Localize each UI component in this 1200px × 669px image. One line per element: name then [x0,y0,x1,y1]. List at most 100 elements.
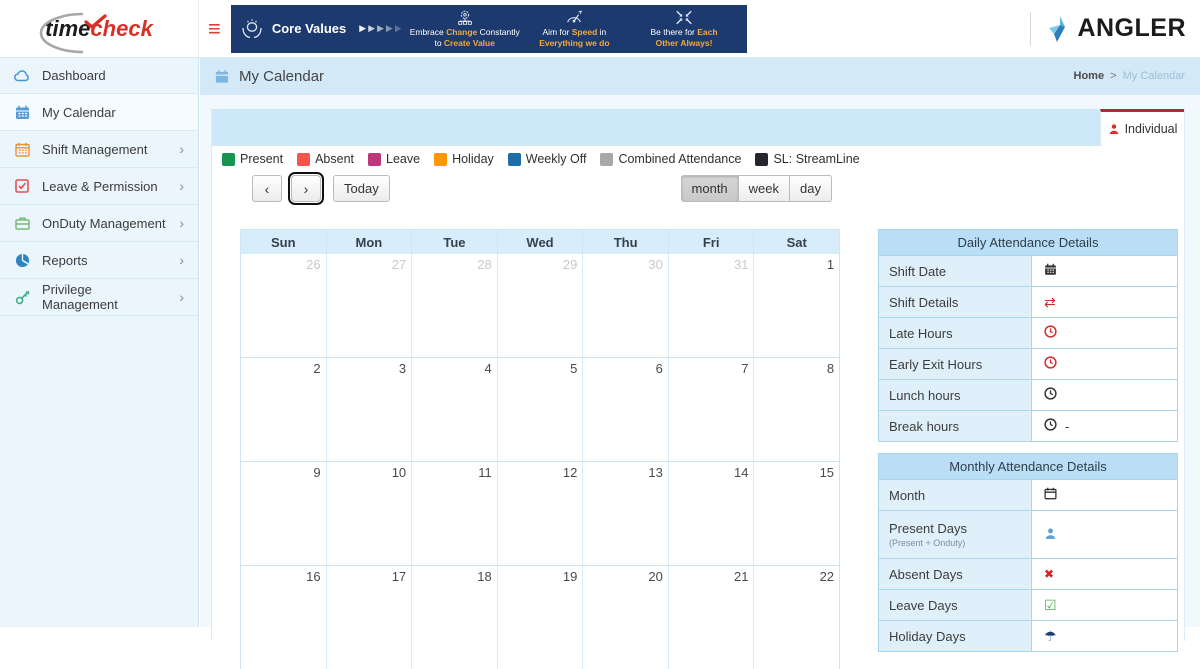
tab-individual[interactable]: Individual [1100,109,1184,146]
calendar-day-cell[interactable]: 4 [412,358,498,461]
sidebar-item-reports[interactable]: Reports › [0,242,198,279]
legend-swatch [222,152,235,166]
calendar-day-cell[interactable]: 28 [412,254,498,357]
dashboard-icon [14,69,30,82]
clock-icon [1044,387,1057,403]
sidebar-item-leave-permission[interactable]: Leave & Permission › [0,168,198,205]
calendar-day-cell[interactable]: 2 [241,358,327,461]
hamburger-menu-icon[interactable]: ≡ [208,17,221,40]
calendar-day-cell[interactable]: 1 [754,254,839,357]
check-square-icon [14,179,30,193]
legend-item: Leave [368,152,420,166]
sidebar-item-my-calendar[interactable]: My Calendar [0,94,198,131]
sidebar-item-onduty-management[interactable]: OnDuty Management › [0,205,198,242]
legend-swatch [368,152,382,166]
sidebar-item-shift-management[interactable]: Shift Management › [0,131,198,168]
banner-item-speed: Aim for Speed in Everything we do [520,9,630,48]
calendar-day-cell[interactable]: 14 [669,462,755,565]
calendar-day-cell[interactable]: 29 [498,254,584,357]
calendar-day-cell[interactable]: 18 [412,566,498,669]
briefcase-icon [14,216,30,230]
calendar-day-cell[interactable]: 20 [583,566,669,669]
calendar-day-cell[interactable]: 22 [754,566,839,669]
calendar-day-cell[interactable]: 3 [327,358,413,461]
angler-logo: ANGLER [1047,14,1186,44]
daily-attendance-table: Daily Attendance Details Shift Date Shif… [878,229,1178,442]
calendar-day-cell[interactable]: 13 [583,462,669,565]
content-card: Individual Present Absent Leave Holiday Week… [211,109,1185,669]
table-row: Shift Date [879,255,1177,286]
page-title: My Calendar [239,67,325,85]
calendar-day-cell[interactable]: 5 [498,358,584,461]
top-bar: time check ≡ Core Values ▶▶▶▶▶ Embrace Ch… [0,0,1200,58]
calendar-day-number: 26 [306,257,321,272]
table-row: Lunch hours [879,379,1177,410]
table-row: Break hours - [879,410,1177,441]
calendar-day-number: 17 [391,569,407,584]
calendar-day-number: 3 [398,361,407,376]
calendar-day-number: 12 [562,465,578,480]
calendar-day-cell[interactable]: 30 [583,254,669,357]
table-row: Early Exit Hours [879,348,1177,379]
calendar-header-row: Sun Mon Tue Wed Thu Fri Sat [241,230,839,254]
view-day-button[interactable]: day [790,175,832,202]
calendar-day-header: Thu [583,230,669,254]
calendar-toolbar: ‹ › Today month week day [252,172,832,205]
legend-item: Absent [297,152,354,166]
table-row: Holiday Days ☂ [879,620,1177,651]
calendar-day-cell[interactable]: 6 [583,358,669,461]
calendar-day-cell[interactable]: 17 [327,566,413,669]
legend-item: Combined Attendance [600,152,741,166]
calendar-day-cell[interactable]: 21 [669,566,755,669]
person-icon [1109,124,1119,134]
attendance-panel: Daily Attendance Details Shift Date Shif… [878,229,1178,652]
calendar-day-cell[interactable]: 12 [498,462,584,565]
calendar-day-number: 1 [826,257,835,272]
clock-icon [1044,356,1057,372]
calendar-day-header: Wed [498,230,584,254]
person-icon [1044,527,1057,543]
breadcrumb-home-link[interactable]: Home [1074,70,1105,82]
table-row: Present Days (Present + Onduty) [879,510,1177,558]
calendar-day-header: Sun [241,230,327,254]
calendar-day-cell[interactable]: 10 [327,462,413,565]
calendar-week-row: 16 17 18 19 20 21 22 [241,565,839,669]
calendar-day-cell[interactable]: 15 [754,462,839,565]
key-icon [14,290,30,305]
view-month-button[interactable]: month [680,175,739,202]
view-week-button[interactable]: week [738,175,791,202]
prev-month-button[interactable]: ‹ [252,175,282,202]
calendar-day-number: 20 [648,569,663,584]
angler-logo-text: ANGLER [1077,14,1186,42]
clock-icon [1044,325,1057,341]
calendar-day-number: 13 [648,465,663,480]
calendar-body: 26 27 28 29 30 31 1 2 3 4 5 6 7 8 9 10 11 12 13 14 15 16 17 18 1… [241,254,839,669]
calendar-day-cell[interactable]: 31 [669,254,755,357]
calendar-day-cell[interactable]: 8 [754,358,839,461]
calendar-day-cell[interactable]: 11 [412,462,498,565]
calendar-day-number: 6 [655,361,663,376]
calendar-day-number: 28 [477,257,492,272]
calendar-icon [1044,263,1057,279]
calendar-day-number: 30 [648,257,663,272]
next-month-button[interactable]: › [288,172,324,205]
monthly-attendance-table: Monthly Attendance Details Month Present… [878,453,1178,652]
calendar-day-cell[interactable]: 26 [241,254,327,357]
calendar-day-cell[interactable]: 19 [498,566,584,669]
x-mark-icon: ✖ [1044,567,1055,581]
calendar-icon [14,105,30,120]
tab-strip: Individual [212,109,1184,146]
daily-attendance-title: Daily Attendance Details [879,230,1177,255]
calendar-day-cell[interactable]: 16 [241,566,327,669]
calendar-day-number: 8 [826,361,835,376]
today-button[interactable]: Today [333,175,390,202]
monthly-attendance-title: Monthly Attendance Details [879,454,1177,479]
legend-swatch [507,152,521,166]
calendar-day-cell[interactable]: 27 [327,254,413,357]
sidebar-item-dashboard[interactable]: Dashboard [0,57,198,94]
calendar-day-number: 14 [734,465,749,480]
calendar-day-cell[interactable]: 9 [241,462,327,565]
calendar-day-cell[interactable]: 7 [669,358,755,461]
calendar-day-number: 27 [391,257,407,272]
sidebar-item-privilege-management[interactable]: Privilege Management › [0,279,198,316]
